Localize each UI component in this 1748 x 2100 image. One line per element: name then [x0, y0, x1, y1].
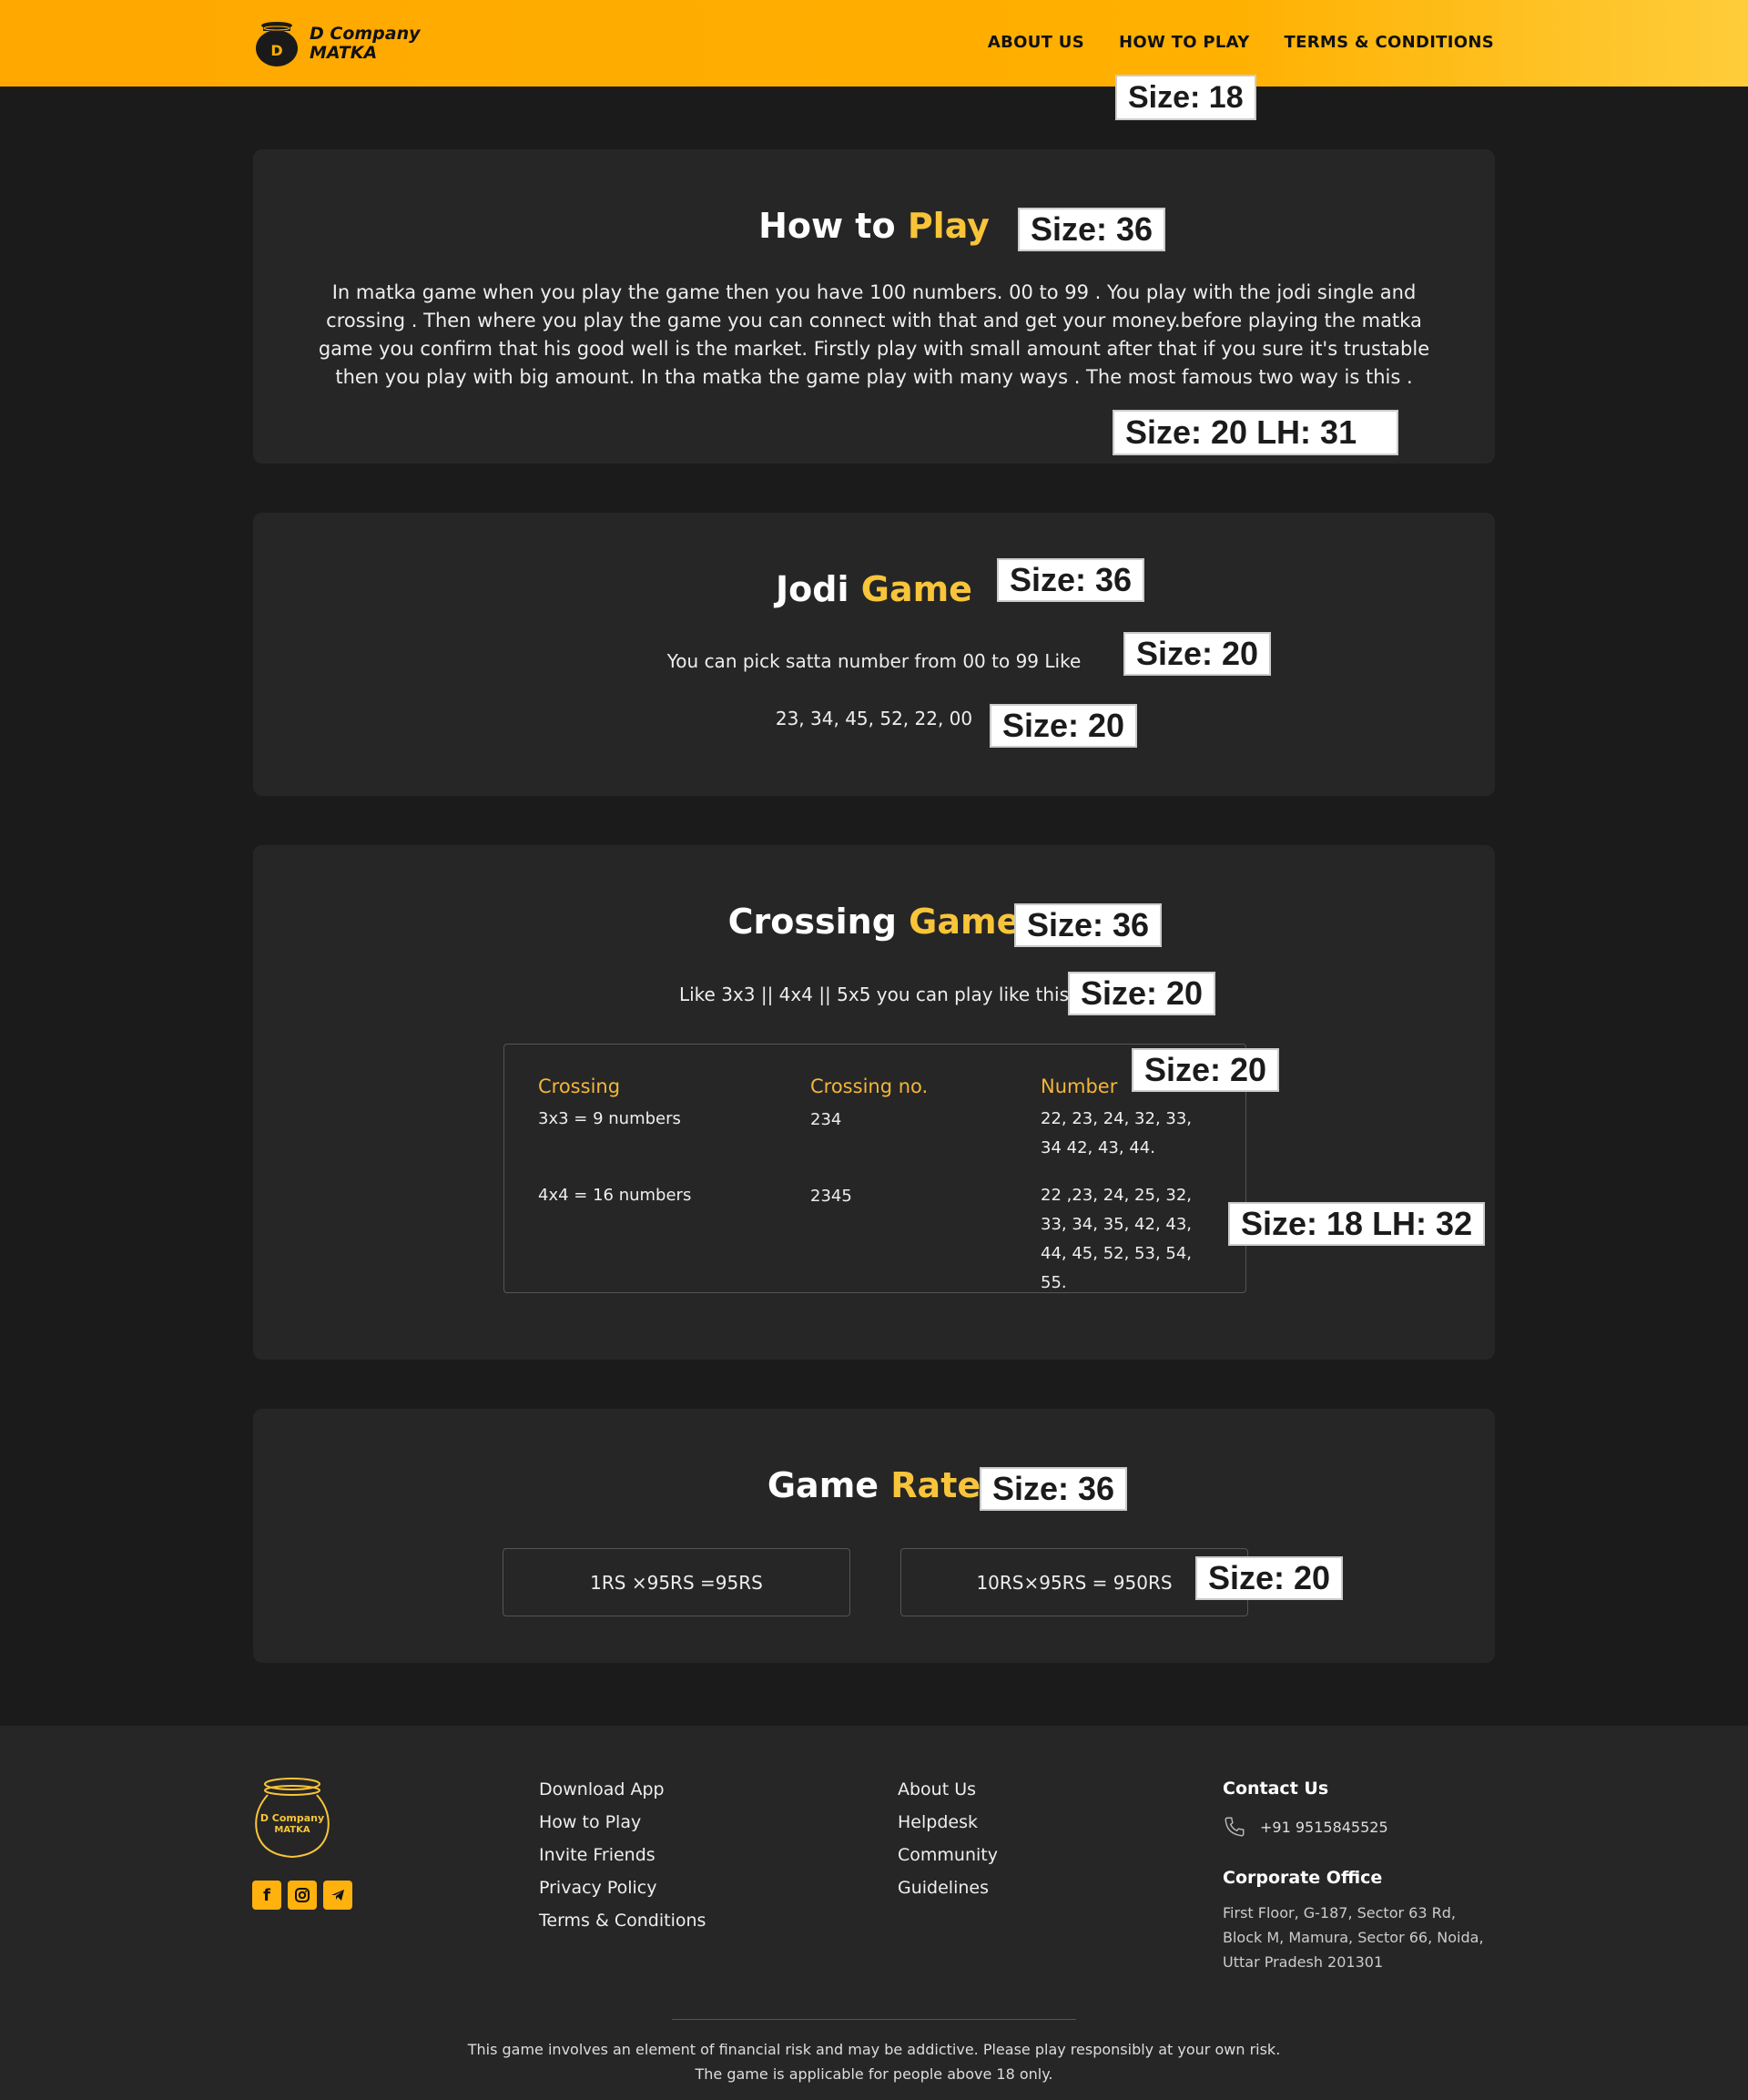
main-nav: ABOUT US HOW TO PLAY TERMS & CONDITIONS: [988, 33, 1494, 52]
size-annotation: Size: 20: [990, 704, 1138, 748]
telegram-icon[interactable]: [323, 1881, 352, 1910]
site-header: D D Company MATKA ABOUT US HOW TO PLAY T…: [0, 0, 1748, 87]
nav-how-to-play[interactable]: HOW TO PLAY: [1119, 33, 1250, 52]
title-accent: Play: [907, 206, 990, 246]
table-cell: 234: [810, 1110, 842, 1129]
phone-number[interactable]: +91 9515845525: [1260, 1819, 1388, 1836]
size-annotation: Size: 18: [1115, 75, 1256, 120]
size-annotation: Size: 20: [1123, 632, 1272, 676]
table-cell: 4x4 = 16 numbers: [538, 1186, 692, 1205]
matka-pot-icon: D Company MATKA: [255, 1778, 330, 1859]
footer-link-download-app[interactable]: Download App: [539, 1773, 706, 1806]
table-header-crossing: Crossing: [538, 1075, 621, 1097]
table-cell: 3x3 = 9 numbers: [538, 1109, 681, 1128]
logo-line1: D Company: [310, 24, 421, 44]
footer-links-col1: Download App How to Play Invite Friends …: [539, 1773, 706, 1937]
size-annotation: Size: 20 LH: 31: [1113, 410, 1398, 455]
contact-title: Contact Us: [1223, 1779, 1329, 1799]
instagram-icon[interactable]: [288, 1881, 317, 1910]
jodi-description: You can pick satta number from 00 to 99 …: [666, 650, 1082, 672]
footer-divider: [672, 2019, 1076, 2020]
size-annotation: Size: 20: [1068, 972, 1216, 1015]
nav-about-us[interactable]: ABOUT US: [988, 33, 1084, 52]
disclaimer-line: The game is applicable for people above …: [695, 2065, 1053, 2083]
site-logo[interactable]: D D Company MATKA: [251, 18, 421, 69]
footer-logo[interactable]: D Company MATKA: [251, 1775, 333, 1864]
table-cell: 22 ,23, 24, 25, 32, 33, 34, 35, 42, 43, …: [1041, 1186, 1193, 1292]
table-cell: 2345: [810, 1187, 852, 1206]
jodi-numbers: 23, 34, 45, 52, 22, 00: [775, 708, 973, 729]
logo-letter: D: [270, 42, 282, 59]
disclaimer-line: This game involves an element of financi…: [467, 2041, 1281, 2058]
footer-contact: Contact Us +91 9515845525 Corporate Offi…: [1223, 1779, 1496, 1974]
size-annotation: Size: 20: [1195, 1556, 1344, 1600]
rate-box: 1RS ×95RS =95RS: [503, 1548, 850, 1616]
crossing-description: Like 3x3 || 4x4 || 5x5 you can play like…: [678, 984, 1070, 1005]
size-annotation: Size: 36: [997, 558, 1145, 602]
address-line: Uttar Pradesh 201301: [1223, 1953, 1384, 1971]
title-accent: Rate: [890, 1465, 981, 1505]
how-to-play-paragraph: In matka game when you play the game the…: [318, 281, 1430, 388]
title-main: Crossing: [727, 902, 897, 942]
game-rate-title: Game Rate: [253, 1465, 1495, 1505]
footer-logo-line1: D Company: [260, 1812, 324, 1824]
jodi-game-card: Jodi Game You can pick satta number from…: [253, 513, 1495, 796]
game-rate-card: Game Rate 1RS ×95RS =95RS 10RS×95RS = 95…: [253, 1409, 1495, 1663]
footer-link-how-to-play[interactable]: How to Play: [539, 1806, 706, 1839]
size-annotation: Size: 18 LH: 32: [1228, 1202, 1485, 1246]
title-main: How to: [758, 206, 896, 246]
facebook-icon[interactable]: f: [252, 1881, 281, 1910]
logo-line2: MATKA: [310, 43, 378, 63]
table-cell: 22, 23, 24, 32, 33, 34 42, 43, 44.: [1041, 1109, 1193, 1157]
footer-link-invite-friends[interactable]: Invite Friends: [539, 1839, 706, 1871]
table-header-crossing-no: Crossing no.: [810, 1075, 929, 1097]
phone-icon: [1225, 1817, 1245, 1837]
jodi-game-title: Jodi Game: [253, 569, 1495, 609]
size-annotation: Size: 36: [1014, 903, 1163, 947]
title-main: Jodi: [776, 569, 849, 609]
footer-links-col2: About Us Helpdesk Community Guidelines: [898, 1773, 998, 1904]
title-accent: Game: [860, 569, 972, 609]
footer-link-guidelines[interactable]: Guidelines: [898, 1871, 998, 1904]
social-links: f: [252, 1881, 352, 1910]
disclaimer: This game involves an element of financi…: [0, 2037, 1748, 2086]
office-title: Corporate Office: [1223, 1868, 1383, 1888]
title-accent: Game: [909, 902, 1021, 942]
size-annotation: Size: 36: [1018, 208, 1166, 251]
crossing-game-card: Crossing Game Like 3x3 || 4x4 || 5x5 you…: [253, 845, 1495, 1360]
size-annotation: Size: 36: [980, 1467, 1128, 1511]
crossing-game-title: Crossing Game: [253, 902, 1495, 942]
footer-link-helpdesk[interactable]: Helpdesk: [898, 1806, 998, 1839]
nav-terms-conditions[interactable]: TERMS & CONDITIONS: [1285, 33, 1494, 52]
title-main: Game: [767, 1465, 879, 1505]
office-address: First Floor, G-187, Sector 63 Rd, Block …: [1223, 1901, 1496, 1974]
site-footer: D Company MATKA f Download App How to Pl…: [0, 1726, 1748, 2100]
how-to-play-title: How to Play: [253, 206, 1495, 246]
footer-link-terms-conditions[interactable]: Terms & Conditions: [539, 1904, 706, 1937]
footer-link-about-us[interactable]: About Us: [898, 1773, 998, 1806]
footer-link-community[interactable]: Community: [898, 1839, 998, 1871]
matka-pot-icon: D: [251, 18, 302, 69]
table-header-number: Number: [1041, 1075, 1118, 1097]
footer-logo-line2: MATKA: [274, 1825, 310, 1835]
footer-link-privacy-policy[interactable]: Privacy Policy: [539, 1871, 706, 1904]
address-line: Block M, Mamura, Sector 66, Noida,: [1223, 1929, 1484, 1946]
address-line: First Floor, G-187, Sector 63 Rd,: [1223, 1904, 1456, 1922]
size-annotation: Size: 20: [1132, 1048, 1280, 1092]
